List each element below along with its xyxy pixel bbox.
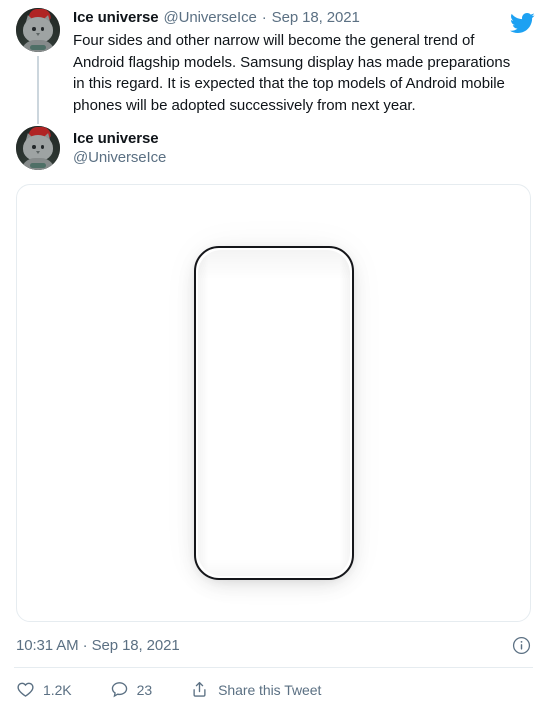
share-icon xyxy=(190,680,209,699)
main-tweet-header: Ice universe @UniverseIce xyxy=(0,124,547,170)
avatar-column xyxy=(14,8,62,124)
main-name-block: Ice universe @UniverseIce xyxy=(62,126,166,170)
thread-connector-line xyxy=(37,56,39,124)
tweet-timestamp[interactable]: 10:31 AM · Sep 18, 2021 xyxy=(16,637,180,654)
reply-action[interactable]: 23 xyxy=(110,680,152,699)
cat-avatar[interactable] xyxy=(16,126,60,170)
main-handle[interactable]: @UniverseIce xyxy=(73,148,166,167)
info-circle-icon[interactable] xyxy=(512,636,531,655)
tweet-media-card[interactable] xyxy=(16,184,531,622)
timestamp-row: 10:31 AM · Sep 18, 2021 xyxy=(0,622,547,667)
phone-bezel-outline xyxy=(193,246,354,580)
reply-count: 23 xyxy=(136,681,153,698)
heart-icon xyxy=(16,680,35,699)
parent-tweet-body: Ice universe @UniverseIce · Sep 18, 2021… xyxy=(62,8,533,124)
tweet-actions-row: 1.2K 23 Share this Tweet xyxy=(0,668,547,706)
share-action[interactable]: Share this Tweet xyxy=(190,680,321,699)
tweet-thread: Ice universe @UniverseIce · Sep 18, 2021… xyxy=(0,0,547,706)
parent-tweet[interactable]: Ice universe @UniverseIce · Sep 18, 2021… xyxy=(0,0,547,124)
phone-screen xyxy=(197,250,350,576)
like-action[interactable]: 1.2K xyxy=(16,680,72,699)
cat-avatar[interactable] xyxy=(16,8,60,52)
main-display-name[interactable]: Ice universe xyxy=(73,129,166,148)
parent-separator: · xyxy=(261,9,267,26)
parent-tweet-text: Four sides and other narrow will become … xyxy=(73,32,511,114)
like-count: 1.2K xyxy=(43,681,72,698)
smartphone-outline-image xyxy=(193,245,355,581)
parent-display-name[interactable]: Ice universe xyxy=(73,8,159,28)
parent-handle[interactable]: @UniverseIce xyxy=(164,8,257,28)
reply-bubble-icon xyxy=(110,680,129,699)
share-label: Share this Tweet xyxy=(218,681,322,698)
parent-date[interactable]: Sep 18, 2021 xyxy=(272,8,360,28)
main-avatar-column xyxy=(14,126,62,170)
parent-tweet-header: Ice universe @UniverseIce · Sep 18, 2021 xyxy=(73,8,533,28)
